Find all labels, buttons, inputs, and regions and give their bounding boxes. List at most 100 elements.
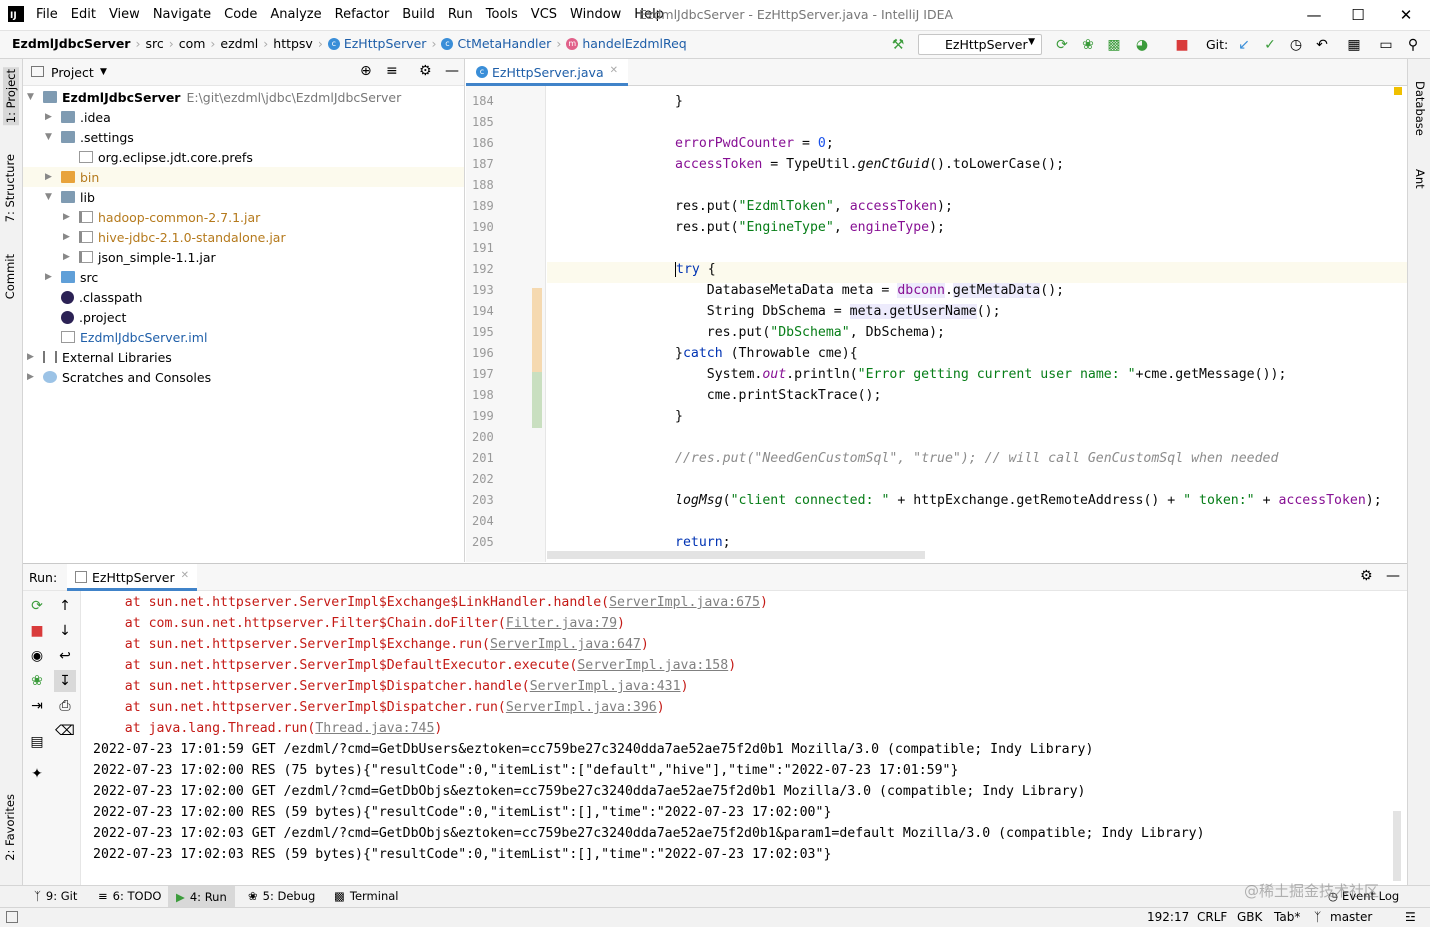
tree-item-classpath[interactable]: .classpath: [61, 287, 142, 307]
tree-item-project[interactable]: .project: [61, 307, 126, 327]
code-area[interactable]: } errorPwdCounter = 0; accessToken = Typ…: [547, 86, 1407, 562]
stack-link[interactable]: ServerImpl.java:158: [577, 658, 728, 673]
tree-item-bin[interactable]: ▶ bin: [23, 167, 464, 187]
hide-panel-icon[interactable]: —: [445, 63, 459, 79]
menu-build[interactable]: Build: [402, 7, 435, 22]
todo-tool-tab[interactable]: ≡ 6: TODO: [98, 889, 161, 903]
memory-indicator-icon[interactable]: ☲: [1405, 910, 1416, 924]
presentation-icon[interactable]: ▭: [1378, 37, 1394, 53]
tree-item-json-jar[interactable]: ▶ json_simple-1.1.jar: [63, 247, 216, 267]
git-update-icon[interactable]: ↙: [1236, 37, 1252, 53]
tree-item-prefs[interactable]: org.eclipse.jdt.core.prefs: [79, 147, 253, 167]
editor-tab-ezhttpserver[interactable]: c EzHttpServer.java ✕: [466, 59, 628, 86]
project-structure-icon[interactable]: ▦: [1346, 37, 1362, 53]
debug-tool-tab[interactable]: ❀ 5: Debug: [248, 889, 315, 903]
menu-refactor[interactable]: Refactor: [335, 7, 390, 22]
menu-edit[interactable]: Edit: [71, 7, 96, 22]
rerun-icon[interactable]: ⟳: [26, 595, 48, 617]
layout-icon[interactable]: ▤: [26, 731, 48, 753]
pin-icon[interactable]: ✦: [26, 763, 48, 785]
menu-tools[interactable]: Tools: [486, 7, 518, 22]
breadcrumb-src[interactable]: src: [145, 36, 163, 51]
profile-icon[interactable]: ◕: [1134, 37, 1150, 53]
stop-icon[interactable]: ■: [1174, 37, 1190, 53]
menu-analyze[interactable]: Analyze: [270, 7, 321, 22]
coverage-icon[interactable]: ▩: [1106, 37, 1122, 53]
close-run-tab-icon[interactable]: ✕: [181, 570, 189, 588]
debug-bug-icon[interactable]: ❀: [1080, 37, 1096, 53]
menu-code[interactable]: Code: [224, 7, 257, 22]
soft-wrap-icon[interactable]: ↩: [54, 645, 76, 667]
breadcrumb-project[interactable]: EzdmlJdbcServer: [12, 36, 130, 51]
menu-navigate[interactable]: Navigate: [153, 7, 211, 22]
stack-link[interactable]: ServerImpl.java:647: [490, 637, 641, 652]
locate-icon[interactable]: ⊕: [360, 63, 372, 79]
project-view-label[interactable]: Project: [51, 65, 94, 80]
terminal-tool-tab[interactable]: ▩ Terminal: [334, 889, 398, 903]
hide-run-panel-icon[interactable]: —: [1386, 568, 1400, 584]
favorites-tool-tab[interactable]: 2: Favorites: [3, 794, 17, 861]
print-icon[interactable]: ⎙: [54, 695, 76, 717]
file-encoding[interactable]: GBK: [1237, 910, 1262, 924]
stack-link[interactable]: Filter.java:79: [506, 616, 617, 631]
stop-run-icon[interactable]: ■: [26, 620, 48, 642]
tool-windows-toggle-icon[interactable]: [6, 911, 18, 923]
console-output[interactable]: at sun.net.httpserver.ServerImpl$Exchang…: [81, 591, 1407, 886]
clear-trash-icon[interactable]: ⌫: [54, 720, 76, 742]
tree-item-lib[interactable]: ▼ lib: [45, 187, 95, 207]
exit-icon[interactable]: ⇥: [26, 695, 48, 717]
vcs-modified-marker[interactable]: [532, 288, 542, 372]
collapse-all-icon[interactable]: ≡: [386, 63, 398, 79]
line-separator[interactable]: CRLF: [1197, 910, 1227, 924]
search-icon[interactable]: ⚲: [1405, 37, 1421, 53]
menu-run[interactable]: Run: [448, 7, 473, 22]
scroll-up-icon[interactable]: ↑: [54, 595, 76, 617]
vcs-added-marker[interactable]: [532, 372, 542, 428]
ant-tool-tab[interactable]: Ant: [1413, 169, 1427, 189]
menu-window[interactable]: Window: [570, 7, 621, 22]
inspection-status-icon[interactable]: [1394, 87, 1402, 95]
scroll-to-end-icon[interactable]: ↧: [54, 670, 76, 692]
breadcrumb-method[interactable]: handelEzdmlReq: [582, 36, 686, 51]
tree-item-hadoop-jar[interactable]: ▶ hadoop-common-2.7.1.jar: [63, 207, 260, 227]
structure-tool-tab[interactable]: 7: Structure: [3, 154, 17, 222]
debug-restart-icon[interactable]: ❀: [26, 670, 48, 692]
minimize-icon[interactable]: —: [1294, 4, 1334, 26]
dump-threads-icon[interactable]: ◉: [26, 645, 48, 667]
git-tool-tab[interactable]: ᛉ 9: Git: [34, 889, 77, 903]
horizontal-scrollbar[interactable]: [547, 551, 925, 559]
close-tab-icon[interactable]: ✕: [610, 65, 618, 83]
stack-link[interactable]: ServerImpl.java:396: [506, 700, 657, 715]
caret-position[interactable]: 192:17: [1147, 910, 1189, 924]
run-config-select[interactable]: EzHttpServer ▼: [918, 34, 1042, 55]
scroll-down-icon[interactable]: ↓: [54, 620, 76, 642]
run-settings-gear-icon[interactable]: ⚙: [1360, 568, 1373, 584]
breadcrumb-com[interactable]: com: [179, 36, 206, 51]
tree-item-iml[interactable]: EzdmlJdbcServer.iml: [61, 327, 207, 347]
chevron-down-icon[interactable]: ▼: [100, 67, 107, 77]
breadcrumb-class[interactable]: EzHttpServer: [344, 36, 427, 51]
rerun-icon[interactable]: ⟳: [1054, 37, 1070, 53]
build-hammer-icon[interactable]: ⚒: [890, 37, 906, 53]
stack-link[interactable]: Thread.java:745: [315, 721, 434, 736]
commit-tool-tab[interactable]: Commit: [3, 254, 17, 299]
run-tool-tab[interactable]: ▶ 4: Run: [168, 886, 235, 907]
tree-item-hive-jar[interactable]: ▶ hive-jdbc-2.1.0-standalone.jar: [63, 227, 286, 247]
project-tool-tab[interactable]: 1: Project: [3, 67, 19, 126]
stack-link[interactable]: ServerImpl.java:675: [609, 595, 760, 610]
tree-item-src[interactable]: ▶ src: [45, 267, 98, 287]
close-icon[interactable]: ✕: [1386, 4, 1426, 26]
menu-file[interactable]: File: [36, 7, 58, 22]
database-tool-tab[interactable]: Database: [1413, 81, 1427, 136]
breadcrumb-inner-class[interactable]: CtMetaHandler: [457, 36, 551, 51]
menu-vcs[interactable]: VCS: [531, 7, 557, 22]
tree-item-scratches[interactable]: ▶ Scratches and Consoles: [27, 367, 211, 387]
indent-setting[interactable]: Tab*: [1274, 910, 1300, 924]
breadcrumb-ezdml[interactable]: ezdml: [220, 36, 258, 51]
git-rollback-icon[interactable]: ↶: [1314, 37, 1330, 53]
tree-root[interactable]: ▼ EzdmlJdbcServer E:\git\ezdml\jdbc\EzdmlJ…: [27, 87, 401, 107]
maximize-icon[interactable]: ☐: [1338, 4, 1378, 26]
tree-item-settings[interactable]: ▼ .settings: [45, 127, 134, 147]
git-history-icon[interactable]: ◷: [1288, 37, 1304, 53]
tree-item-idea[interactable]: ▶ .idea: [45, 107, 111, 127]
